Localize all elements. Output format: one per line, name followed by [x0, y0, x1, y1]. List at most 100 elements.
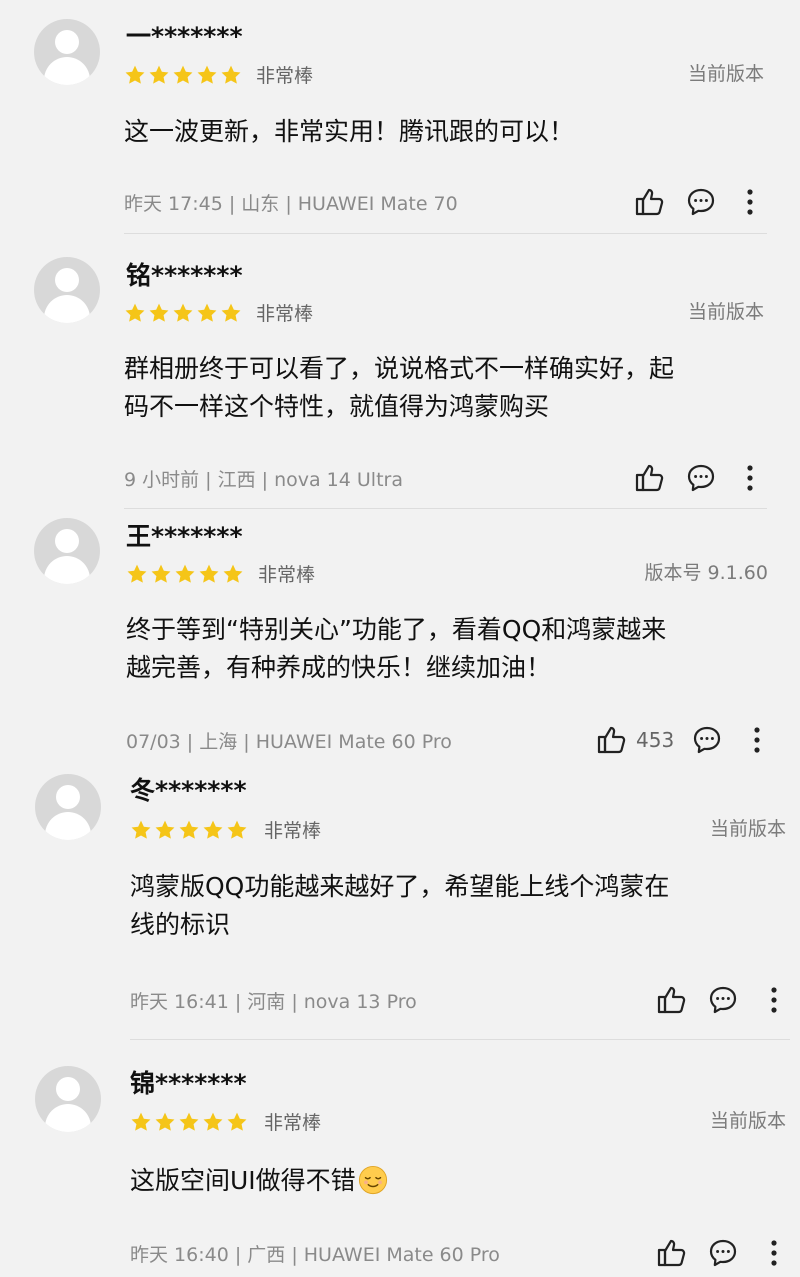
review-actions [652, 1236, 792, 1270]
star-icon [151, 564, 171, 583]
review-actions [652, 983, 792, 1017]
more-button[interactable] [764, 1236, 784, 1270]
version-label: 当前版本 [687, 63, 764, 85]
review-text-line: 线的标识 [130, 910, 231, 939]
star-rating [130, 819, 250, 843]
like-button[interactable] [656, 983, 688, 1017]
comment-bubble-icon [693, 726, 721, 754]
avatar[interactable] [34, 19, 100, 85]
review-text-line: 鸿蒙版QQ功能越来越好了，希望能上线个鸿蒙在 [130, 872, 670, 901]
username: 一******* [126, 22, 243, 51]
comment-bubble-icon [709, 1239, 737, 1267]
version-label: 当前版本 [709, 1110, 786, 1132]
more-vertical-icon [771, 1240, 777, 1266]
star-icon [221, 303, 241, 322]
thumbs-up-icon [657, 986, 686, 1014]
review-text: 这一波更新，非常实用！腾讯跟的可以！ [124, 113, 574, 151]
version-label: 版本号 9.1.60 [644, 562, 768, 584]
star-icon [173, 303, 193, 322]
review-text-line: 终于等到“特别关心”功能了，看着QQ和鸿蒙越来 [126, 615, 667, 644]
review-actions: 453 [596, 723, 776, 757]
rating-label: 非常棒 [264, 820, 322, 842]
star-icon [131, 1112, 151, 1131]
more-button[interactable] [740, 185, 760, 219]
star-icon [175, 564, 195, 583]
version-label: 当前版本 [709, 818, 786, 840]
username: 铭******* [126, 261, 243, 290]
star-icon [173, 65, 193, 84]
star-icon [149, 65, 169, 84]
thumbs-up-icon [635, 464, 664, 492]
like-button[interactable]: 453 [596, 723, 674, 757]
comment-button[interactable] [692, 723, 722, 757]
comment-bubble-icon [687, 464, 715, 492]
like-button[interactable] [634, 185, 666, 219]
username: 锦******* [130, 1069, 247, 1098]
relieved-face-emoji [358, 1165, 387, 1195]
more-vertical-icon [754, 727, 760, 753]
star-icon [203, 1112, 223, 1131]
star-icon [125, 65, 145, 84]
review-text: 鸿蒙版QQ功能越来越好了，希望能上线个鸿蒙在 线的标识 [130, 868, 669, 944]
star-icon [179, 1112, 199, 1131]
username: 王******* [126, 522, 243, 551]
review-text: 群相册终于可以看了，说说格式不一样确实好，起 码不一样这个特性，就值得为鸿蒙购买 [124, 350, 674, 426]
rating-label: 非常棒 [256, 65, 314, 87]
avatar[interactable] [35, 774, 101, 840]
review-meta: 昨天 16:41 | 河南 | nova 13 Pro [130, 991, 417, 1013]
star-icon [131, 820, 151, 839]
comment-button[interactable] [686, 185, 716, 219]
star-rating [130, 1111, 250, 1135]
star-rating [124, 64, 244, 88]
star-icon [203, 820, 223, 839]
divider [124, 508, 767, 509]
like-button[interactable] [656, 1236, 688, 1270]
more-button[interactable] [747, 723, 767, 757]
review-actions [630, 461, 770, 495]
more-button[interactable] [740, 461, 760, 495]
comment-button[interactable] [708, 983, 738, 1017]
review-text-line: 群相册终于可以看了，说说格式不一样确实好，起 [124, 354, 675, 383]
review-text-line: 这版空间UI做得不错 [130, 1166, 356, 1195]
star-icon [199, 564, 219, 583]
star-icon [149, 303, 169, 322]
star-rating [126, 563, 246, 587]
comment-bubble-icon [687, 188, 715, 216]
review-meta: 昨天 16:40 | 广西 | HUAWEI Mate 60 Pro [130, 1244, 500, 1266]
username: 冬******* [130, 776, 247, 805]
review-meta: 9 小时前 | 江西 | nova 14 Ultra [124, 469, 403, 491]
review-actions [630, 185, 770, 219]
star-icon [227, 820, 247, 839]
avatar[interactable] [34, 518, 100, 584]
version-label: 当前版本 [687, 301, 764, 323]
avatar[interactable] [34, 257, 100, 323]
star-icon [179, 820, 199, 839]
star-icon [155, 1112, 175, 1131]
thumbs-up-icon [657, 1239, 686, 1267]
more-vertical-icon [747, 465, 753, 491]
rating-label: 非常棒 [258, 564, 316, 586]
rating-label: 非常棒 [256, 303, 314, 325]
star-icon [223, 564, 243, 583]
avatar[interactable] [35, 1066, 101, 1132]
star-icon [221, 65, 241, 84]
star-icon [125, 303, 145, 322]
like-button[interactable] [634, 461, 666, 495]
star-icon [155, 820, 175, 839]
comment-button[interactable] [686, 461, 716, 495]
review-text-line: 这一波更新，非常实用！腾讯跟的可以！ [124, 117, 575, 146]
star-icon [227, 1112, 247, 1131]
comment-button[interactable] [708, 1236, 738, 1270]
star-icon [127, 564, 147, 583]
more-button[interactable] [764, 983, 784, 1017]
star-icon [197, 303, 217, 322]
thumbs-up-icon [597, 726, 626, 754]
review-text: 终于等到“特别关心”功能了，看着QQ和鸿蒙越来 越完善，有种养成的快乐！继续加油… [126, 611, 666, 687]
more-vertical-icon [747, 189, 753, 215]
review-meta: 昨天 17:45 | 山东 | HUAWEI Mate 70 [124, 193, 458, 215]
review-text-line: 越完善，有种养成的快乐！继续加油！ [126, 653, 552, 682]
star-rating [124, 302, 244, 326]
rating-label: 非常棒 [264, 1112, 322, 1134]
review-meta: 07/03 | 上海 | HUAWEI Mate 60 Pro [126, 731, 452, 753]
more-vertical-icon [771, 987, 777, 1013]
